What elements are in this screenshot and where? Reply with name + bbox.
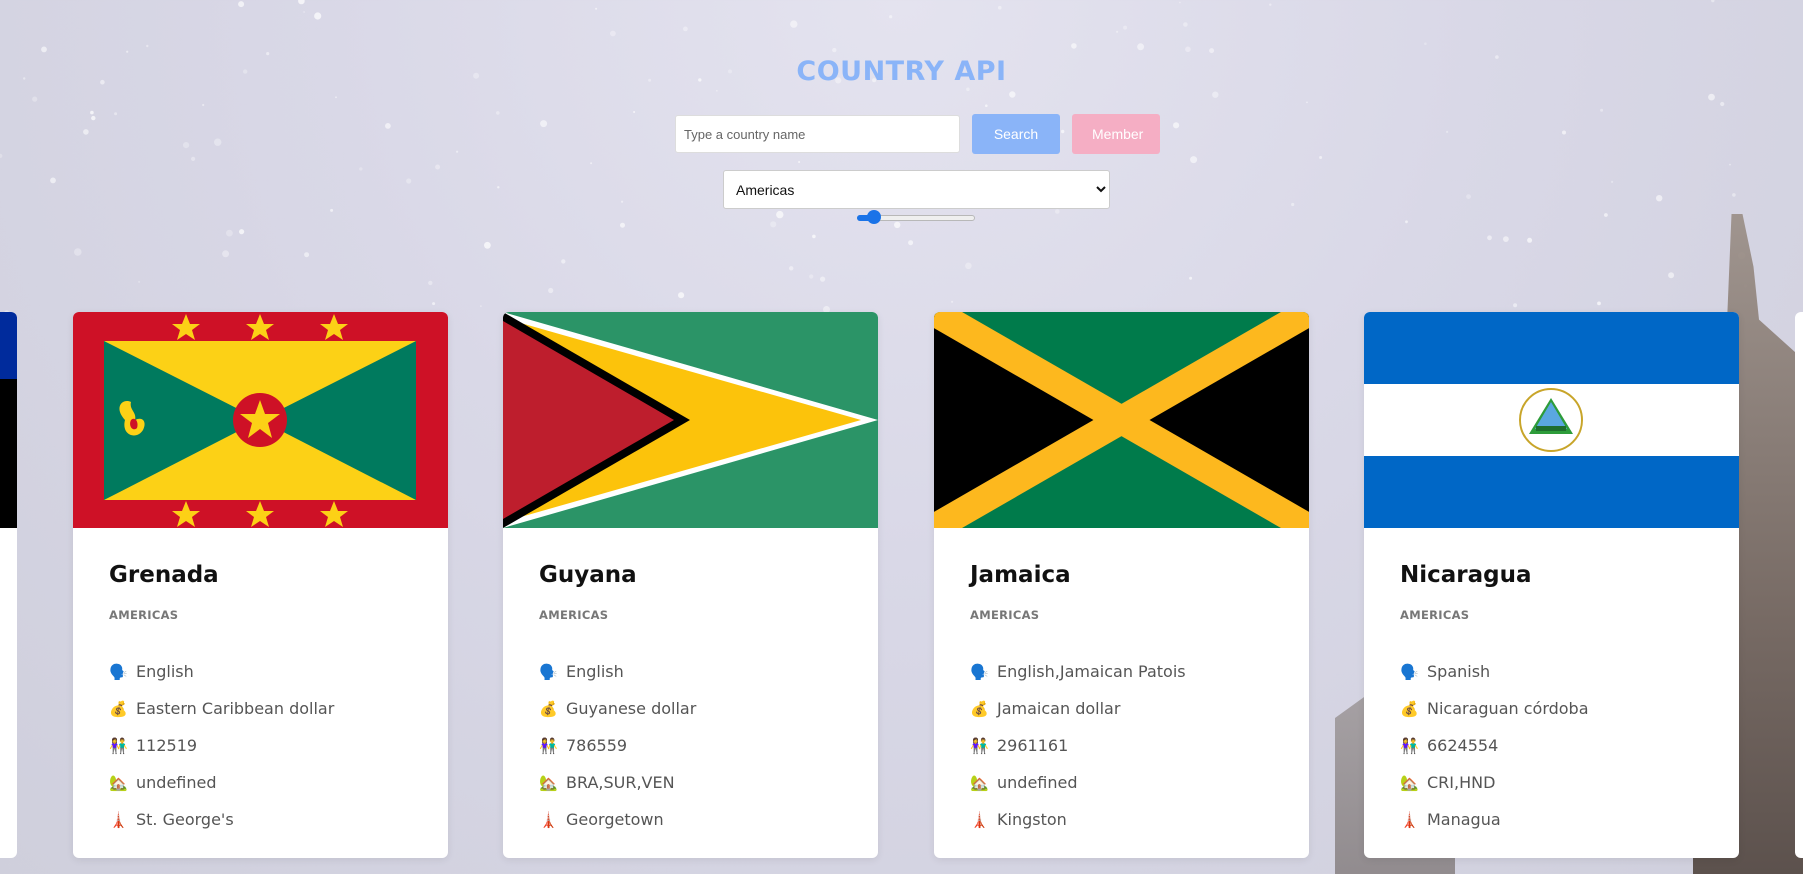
member-button[interactable]: Member: [1072, 114, 1160, 154]
currency-value: Eastern Caribbean dollar: [136, 699, 335, 718]
currency-row: 💰 Guyanese dollar: [539, 690, 858, 727]
population-row: 👫 6624554: [1400, 727, 1719, 764]
capital-row: 🗼 Georgetown: [539, 801, 858, 838]
capital-value: Managua: [1427, 810, 1501, 829]
country-card[interactable]: Grenada AMERICAS 🗣️ English 💰 Eastern Cari…: [73, 312, 448, 858]
currency-value: Nicaraguan córdoba: [1427, 699, 1589, 718]
language-row: 🗣️ English,Jamaican Patois: [970, 653, 1289, 690]
currency-row: 💰 Jamaican dollar: [970, 690, 1289, 727]
flag-image: [503, 312, 878, 528]
currency-value: Guyanese dollar: [566, 699, 697, 718]
population-value: 6624554: [1427, 736, 1499, 755]
language-row: 🗣️ English: [539, 653, 858, 690]
currency-value: Jamaican dollar: [997, 699, 1121, 718]
tower-icon: 🗼: [109, 810, 128, 829]
country-region: AMERICAS: [970, 608, 1040, 622]
country-region: AMERICAS: [539, 608, 609, 622]
country-name: Grenada: [109, 562, 219, 588]
country-card-list: Grenada AMERICAS 🗣️ English 💰 Eastern Cari…: [0, 312, 1803, 858]
money-bag-icon: 💰: [1400, 699, 1419, 718]
capital-row: 🗼 St. George's: [109, 801, 428, 838]
people-icon: 👫: [109, 736, 128, 755]
search-button[interactable]: Search: [972, 114, 1060, 154]
tower-icon: 🗼: [970, 810, 989, 829]
country-name: Nicaragua: [1400, 562, 1532, 588]
speaking-head-icon: 🗣️: [1400, 662, 1419, 681]
money-bag-icon: 💰: [109, 699, 128, 718]
country-card[interactable]: Jamaica AMERICAS 🗣️ English,Jamaican Pato…: [934, 312, 1309, 858]
borders-row: 🏡 BRA,SUR,VEN: [539, 764, 858, 801]
borders-value: undefined: [136, 773, 217, 792]
search-input[interactable]: [675, 115, 960, 153]
page-title: COUNTRY API: [796, 56, 1007, 87]
country-region: AMERICAS: [1400, 608, 1470, 622]
people-icon: 👫: [970, 736, 989, 755]
language-value: Spanish: [1427, 662, 1491, 681]
population-row: 👫 2961161: [970, 727, 1289, 764]
capital-value: Kingston: [997, 810, 1067, 829]
population-row: 👫 786559: [539, 727, 858, 764]
speaking-head-icon: 🗣️: [970, 662, 989, 681]
house-icon: 🏡: [970, 773, 989, 792]
people-icon: 👫: [1400, 736, 1419, 755]
flag-image: [1364, 312, 1739, 528]
capital-row: 🗼 Managua: [1400, 801, 1719, 838]
country-name: Guyana: [539, 562, 637, 588]
currency-row: 💰 Eastern Caribbean dollar: [109, 690, 428, 727]
language-value: English: [566, 662, 624, 681]
language-row: 🗣️ English: [109, 653, 428, 690]
count-slider[interactable]: [857, 210, 975, 224]
capital-row: 🗼 Kingston: [970, 801, 1289, 838]
country-name: Jamaica: [970, 562, 1071, 588]
borders-value: BRA,SUR,VEN: [566, 773, 675, 792]
language-row: 🗣️ Spanish: [1400, 653, 1719, 690]
money-bag-icon: 💰: [539, 699, 558, 718]
flag-image: [934, 312, 1309, 528]
slider-thumb[interactable]: [867, 210, 881, 224]
flag-image: [73, 312, 448, 528]
people-icon: 👫: [539, 736, 558, 755]
money-bag-icon: 💰: [970, 699, 989, 718]
speaking-head-icon: 🗣️: [539, 662, 558, 681]
language-value: English,Jamaican Patois: [997, 662, 1186, 681]
population-value: 2961161: [997, 736, 1069, 755]
borders-value: undefined: [997, 773, 1078, 792]
region-select[interactable]: Americas: [723, 170, 1110, 209]
borders-row: 🏡 undefined: [970, 764, 1289, 801]
house-icon: 🏡: [109, 773, 128, 792]
tower-icon: 🗼: [1400, 810, 1419, 829]
house-icon: 🏡: [1400, 773, 1419, 792]
country-card[interactable]: Nicaragua AMERICAS 🗣️ Spanish 💰 Nicaraguan…: [1364, 312, 1739, 858]
country-card[interactable]: Guyana AMERICAS 🗣️ English 💰 Guyanese doll…: [503, 312, 878, 858]
capital-value: St. George's: [136, 810, 234, 829]
population-row: 👫 112519: [109, 727, 428, 764]
house-icon: 🏡: [539, 773, 558, 792]
speaking-head-icon: 🗣️: [109, 662, 128, 681]
population-value: 786559: [566, 736, 628, 755]
population-value: 112519: [136, 736, 198, 755]
search-bar: Search Member: [675, 114, 1160, 154]
borders-value: CRI,HND: [1427, 773, 1496, 792]
language-value: English: [136, 662, 194, 681]
borders-row: 🏡 undefined: [109, 764, 428, 801]
country-region: AMERICAS: [109, 608, 179, 622]
currency-row: 💰 Nicaraguan córdoba: [1400, 690, 1719, 727]
tower-icon: 🗼: [539, 810, 558, 829]
borders-row: 🏡 CRI,HND: [1400, 764, 1719, 801]
capital-value: Georgetown: [566, 810, 664, 829]
